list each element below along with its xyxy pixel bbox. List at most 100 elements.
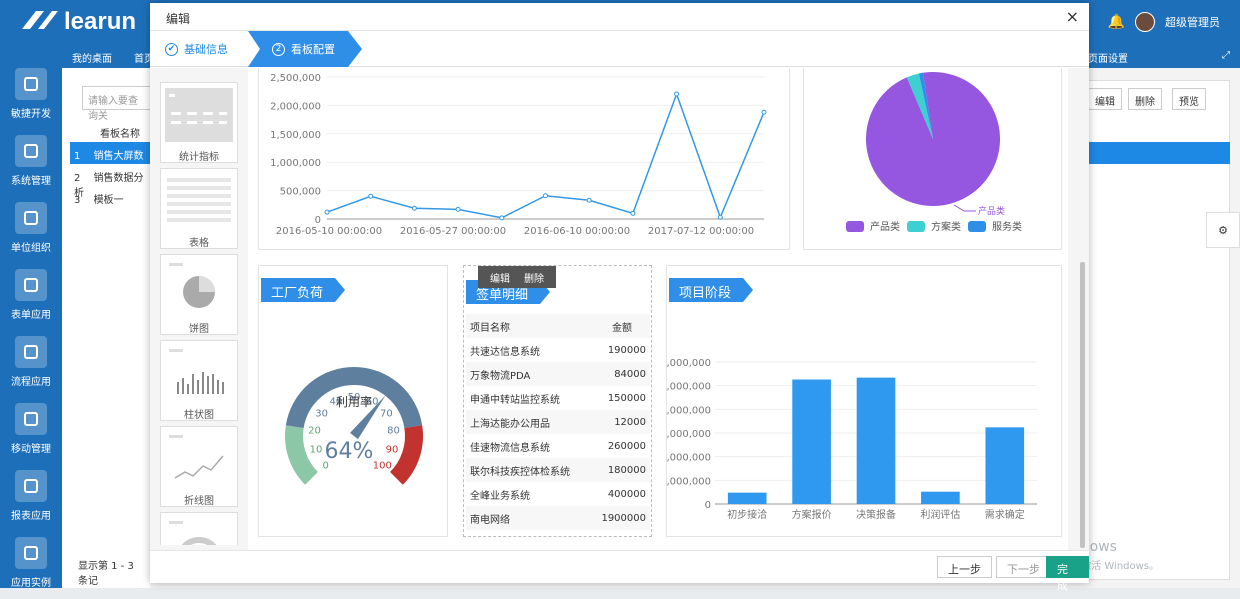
palette-label: 饼图 [189,324,209,335]
nav-page-settings[interactable]: 页面设置 [1088,50,1128,65]
sidebar-item[interactable]: 移动管理 [0,399,62,465]
line-chart-card[interactable]: 0 500,000 1,000,000 1,500,000 2,000,000 2,500… [258,68,790,250]
modal-title: 编辑 [166,12,191,26]
pie-thumbnail-icon [165,260,233,314]
bar[interactable] [727,492,767,504]
preview-button[interactable]: 预览 [1172,88,1206,110]
table-row[interactable]: 共速达信息系统 190000 [466,338,650,362]
data-point[interactable] [586,197,592,203]
sidebar-item[interactable]: 敏捷开发 [0,64,62,130]
sidebar-item[interactable]: 单位组织 [0,198,62,264]
sidebar-item-label: 系统管理 [11,176,51,187]
modal-body: 统计指标 表格 饼图 柱状图 折线图 0 500,000 1,000,000 1,50… [150,68,1089,550]
pie-chart-card[interactable]: 产品类 产品类 方案类 服务类 [803,68,1062,250]
paper-plane-icon [15,68,47,100]
data-point[interactable] [324,209,330,215]
table-row[interactable]: 2 销售数据分析 [70,164,150,199]
card-delete-button[interactable]: 删除 [524,270,544,285]
close-icon[interactable]: × [1066,7,1079,26]
x-tick-label: 利润评估 [920,508,960,521]
y-tick-label: 2,500,000 [270,73,321,84]
palette-item-gauge[interactable] [160,512,238,545]
delete-button[interactable]: 删除 [1128,88,1162,110]
palette-item-table[interactable]: 表格 [160,168,238,249]
gauge-label: 利用率 [336,394,372,409]
project-stage-card[interactable]: 项目阶段 05,000,00010,000,00015,000,00020,00… [666,265,1062,537]
legend-label: 方案类 [931,220,961,233]
gauge-thumbnail-icon [165,518,233,545]
sidebar-item[interactable]: 报表应用 [0,466,62,532]
x-tick-label: 2016-05-27 00:00:00 [400,226,506,237]
gauge-tick-label: 20 [308,426,321,437]
next-step-button[interactable]: 下一步 [996,556,1051,578]
gear-icon[interactable]: ⚙ [1206,212,1240,248]
nav-tab-desktop[interactable]: 我的桌面 [72,50,112,65]
gauge-chart: 010203040 50 60708090100利用率64% [285,367,423,485]
step-label: 看板配置 [291,43,335,56]
table-row[interactable]: 申通中转站监控系统 150000 [466,386,650,410]
bell-icon[interactable]: 🔔 [1108,14,1125,30]
y-tick-label: 20,000,000 [667,405,711,416]
data-point[interactable] [368,193,374,199]
table-row[interactable]: 佳速物流信息系统 260000 [466,434,650,458]
data-point[interactable] [717,214,723,220]
prev-step-button[interactable]: 上一步 [937,556,992,578]
table-row[interactable]: 3 模板一 [70,186,150,208]
sidebar-item-label: 应用实例 [11,578,51,589]
table-row[interactable]: 联尔科技疾控体检系统 180000 [466,458,650,482]
data-point[interactable] [630,210,636,216]
table-row[interactable]: 万象物流PDA 84000 [466,362,650,386]
table-row[interactable]: 南电网络 1900000 [466,506,650,530]
table-row[interactable]: 全峰业务系统 400000 [466,482,650,506]
table-row[interactable]: 上海达能办公用品 12000 [466,410,650,434]
sidebar-item[interactable]: 表单应用 [0,265,62,331]
palette-item-line[interactable]: 折线图 [160,426,238,507]
edit-button[interactable]: 编辑 [1088,88,1122,110]
data-point[interactable] [761,109,767,115]
y-tick-label: 1,500,000 [270,130,321,141]
finish-button[interactable]: 完成 [1046,556,1089,592]
data-point[interactable] [543,193,548,199]
logo[interactable]: learun [14,8,136,36]
avatar[interactable] [1135,12,1155,32]
user-name[interactable]: 超级管理员 [1165,14,1220,30]
amount: 180000 [607,464,646,476]
search-input[interactable]: 请输入要查询关 [82,86,152,122]
step-basic-info[interactable]: ✔ 基础信息 [150,31,248,67]
palette-item-stat[interactable]: 统计指标 [160,82,238,163]
amount: 1900000 [601,512,646,524]
gauge-tick-label: 10 [310,444,323,455]
bar[interactable] [792,379,831,504]
y-tick-label: 10,000,000 [667,453,711,464]
factory-load-card[interactable]: 工厂负荷 0 10 20 30 40 50 60 70 80 90 100 利用率 64% [258,265,448,537]
project-name: 上海达能办公用品 [470,418,550,430]
sidebar-item[interactable]: 流程应用 [0,332,62,398]
bar[interactable] [985,427,1025,504]
card-edit-button[interactable]: 编辑 [490,270,510,285]
bar-chart: 0 5,000,000 10,000,000 15,000,000 20,000,000… [667,358,1037,521]
table-header: 项目名称 金额 [466,314,650,338]
project-name: 全峰业务系统 [470,490,530,502]
palette-item-pie[interactable]: 饼图 [160,254,238,335]
amount: 12000 [614,416,646,428]
data-point[interactable] [499,215,505,221]
data-point[interactable] [455,206,461,212]
table-row[interactable]: 1 销售大屏数据 [70,142,150,177]
sidebar-item[interactable]: 应用实例 [0,533,62,599]
step-board-config[interactable]: 2 看板配置 [248,31,362,67]
data-point[interactable] [674,91,680,97]
palette-item-bar[interactable]: 柱状图 [160,340,238,421]
bar[interactable] [856,377,896,504]
sidebar: 敏捷开发系统管理单位组织 表单应用 流程应用移动管理报表应用应用实例 [0,44,62,589]
sign-list-card[interactable]: 签单明细 编辑 删除 项目名称 金额 共速达信息系统 190000 万象物流PDA 840… [463,265,652,537]
data-point[interactable] [411,205,417,211]
bar[interactable] [921,491,960,504]
step-label: 基础信息 [184,43,228,56]
pie-chart: 产品类产品类 方案类 服务类 [846,72,1022,233]
sidebar-item-label: 移动管理 [11,444,51,455]
sidebar-item[interactable]: 系统管理 [0,131,62,197]
pie-label: 产品类 [978,205,1005,217]
fullscreen-icon[interactable]: ⤢ [1222,50,1230,61]
table-icon [15,269,47,301]
vertical-scrollbar[interactable] [1080,262,1085,548]
